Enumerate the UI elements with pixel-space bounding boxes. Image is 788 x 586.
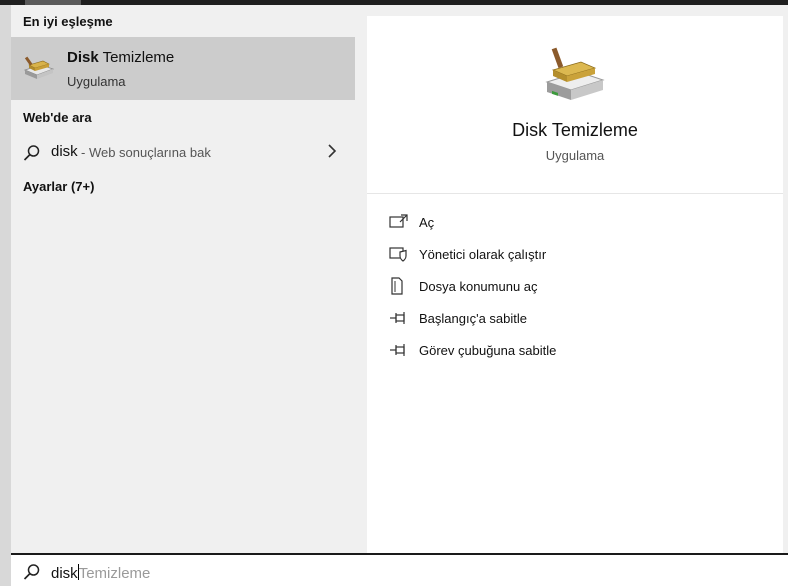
web-search-query: disk <box>51 143 78 160</box>
chevron-right-icon[interactable] <box>327 143 337 159</box>
open-icon <box>389 214 408 228</box>
detail-divider <box>367 193 783 194</box>
detail-app-title: Disk Temizleme <box>512 120 638 140</box>
file-location-icon <box>391 277 403 295</box>
action-run-as-admin[interactable]: Yönetici olarak çalıştır <box>389 243 759 267</box>
search-icon <box>23 145 40 161</box>
detail-app-subtitle: Uygulama <box>545 148 605 163</box>
search-icon <box>23 564 40 580</box>
search-input[interactable]: diskTemizleme <box>51 564 150 582</box>
disk-cleanup-icon <box>23 56 55 79</box>
action-open-label: Aç <box>419 215 435 230</box>
best-match-title-bold: Disk <box>67 49 99 66</box>
pin-icon <box>390 344 405 356</box>
action-open-file-location-label: Dosya konumunu aç <box>419 279 538 294</box>
best-match-title: Disk Temizleme <box>67 49 174 66</box>
web-search-item[interactable]: disk - Web sonuçlarına bak <box>11 137 355 167</box>
details-pane: Disk Temizleme Uygulama Aç Yönetici olar… <box>367 16 783 553</box>
action-open[interactable]: Aç <box>389 211 759 235</box>
search-box[interactable]: diskTemizleme <box>11 553 788 586</box>
best-match-item[interactable]: Disk Temizleme Uygulama <box>11 37 355 100</box>
web-search-header: Web'de ara <box>23 110 92 125</box>
action-run-as-admin-label: Yönetici olarak çalıştır <box>419 247 547 262</box>
best-match-header: En iyi eşleşme <box>23 14 113 29</box>
disk-cleanup-large-icon <box>545 47 605 100</box>
action-pin-to-taskbar[interactable]: Görev çubuğuna sabitle <box>389 339 759 363</box>
left-edge <box>0 5 11 586</box>
action-pin-to-taskbar-label: Görev çubuğuna sabitle <box>419 343 557 358</box>
admin-shield-icon <box>389 247 407 262</box>
action-pin-to-start[interactable]: Başlangıç'a sabitle <box>389 307 759 331</box>
search-typed-text: disk <box>51 565 78 582</box>
web-search-hint: - Web sonuçlarına bak <box>81 145 211 160</box>
search-suggestion-text: Temizleme <box>78 565 151 582</box>
best-match-title-rest: Temizleme <box>98 49 175 66</box>
results-pane: En iyi eşleşme Disk Temizleme Uygulama W… <box>11 5 355 553</box>
pin-icon <box>390 312 405 324</box>
action-pin-to-start-label: Başlangıç'a sabitle <box>419 311 527 326</box>
settings-header[interactable]: Ayarlar (7+) <box>23 179 94 194</box>
best-match-subtitle: Uygulama <box>67 74 126 89</box>
action-open-file-location[interactable]: Dosya konumunu aç <box>389 275 759 299</box>
